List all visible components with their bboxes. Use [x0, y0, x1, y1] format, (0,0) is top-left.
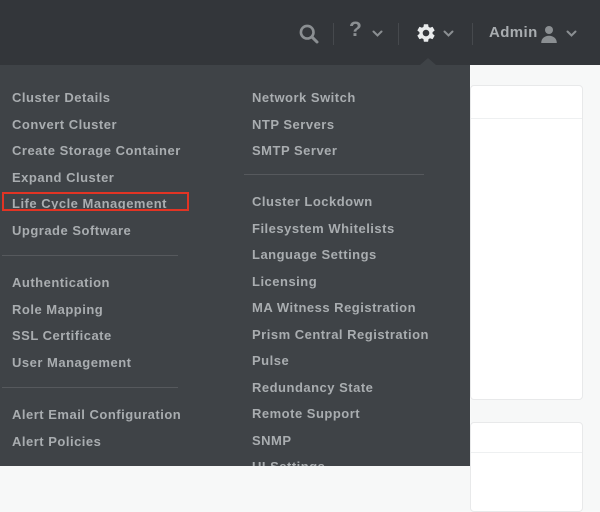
divider	[333, 23, 334, 45]
menu-divider	[244, 174, 424, 175]
menu-divider	[2, 387, 178, 388]
chevron-down-icon[interactable]	[372, 30, 383, 38]
menu-item-licensing[interactable]: Licensing	[240, 269, 470, 296]
menu-divider	[2, 255, 178, 256]
menu-item-pulse[interactable]: Pulse	[240, 348, 470, 375]
gear-icon[interactable]	[415, 22, 437, 44]
menu-item-prism-central-registration[interactable]: Prism Central Registration	[240, 322, 470, 349]
top-navigation-bar: ? Admin	[0, 0, 600, 65]
menu-item-label: Life Cycle Management	[12, 196, 167, 211]
menu-item-alert-policies[interactable]: Alert Policies	[0, 429, 240, 456]
admin-menu-label[interactable]: Admin	[489, 24, 538, 41]
menu-item-network-switch[interactable]: Network Switch	[240, 85, 470, 112]
divider	[472, 23, 473, 45]
help-icon[interactable]: ?	[349, 18, 362, 42]
content-card	[470, 85, 583, 400]
user-icon[interactable]	[538, 23, 560, 45]
menu-item-create-storage-container[interactable]: Create Storage Container	[0, 138, 240, 165]
menu-item-user-management[interactable]: User Management	[0, 350, 240, 377]
menu-item-expand-cluster[interactable]: Expand Cluster	[0, 165, 240, 192]
menu-item-ma-witness-registration[interactable]: MA Witness Registration	[240, 295, 470, 322]
menu-item-smtp-server[interactable]: SMTP Server	[240, 138, 470, 165]
menu-item-cluster-lockdown[interactable]: Cluster Lockdown	[240, 189, 470, 216]
search-icon[interactable]	[298, 23, 320, 45]
menu-caret	[420, 58, 436, 65]
menu-item-role-mapping[interactable]: Role Mapping	[0, 297, 240, 324]
content-card-header	[471, 423, 582, 453]
menu-item-cluster-details[interactable]: Cluster Details	[0, 85, 240, 112]
menu-item-filesystem-whitelists[interactable]: Filesystem Whitelists	[240, 216, 470, 243]
menu-item-upgrade-software[interactable]: Upgrade Software	[0, 218, 240, 245]
menu-item-ui-settings[interactable]: UI Settings	[240, 454, 470, 466]
menu-item-alert-email-configuration[interactable]: Alert Email Configuration	[0, 402, 240, 429]
menu-item-remote-support[interactable]: Remote Support	[240, 401, 470, 428]
content-card-header	[471, 86, 582, 119]
chevron-down-icon[interactable]	[443, 30, 454, 38]
menu-item-life-cycle-management[interactable]: Life Cycle Management	[0, 191, 240, 218]
menu-item-snmp[interactable]: SNMP	[240, 428, 470, 455]
menu-item-language-settings[interactable]: Language Settings	[240, 242, 470, 269]
settings-dropdown-menu: Cluster Details Convert Cluster Create S…	[0, 65, 470, 466]
menu-column-left: Cluster Details Convert Cluster Create S…	[0, 65, 240, 455]
content-card	[470, 422, 583, 512]
menu-item-ssl-certificate[interactable]: SSL Certificate	[0, 323, 240, 350]
menu-item-convert-cluster[interactable]: Convert Cluster	[0, 112, 240, 139]
divider	[398, 23, 399, 45]
menu-item-ntp-servers[interactable]: NTP Servers	[240, 112, 470, 139]
menu-item-authentication[interactable]: Authentication	[0, 270, 240, 297]
menu-column-right: Network Switch NTP Servers SMTP Server C…	[240, 65, 470, 466]
menu-item-redundancy-state[interactable]: Redundancy State	[240, 375, 470, 402]
chevron-down-icon[interactable]	[566, 30, 577, 38]
